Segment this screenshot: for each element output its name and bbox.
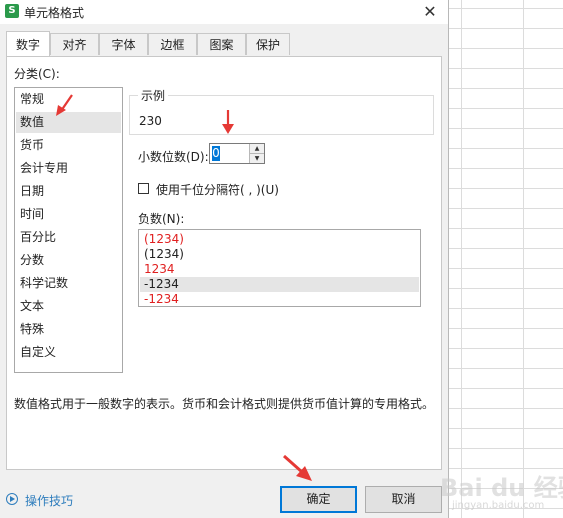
tab-number[interactable]: 数字 — [6, 31, 50, 56]
category-time[interactable]: 时间 — [16, 204, 121, 225]
spreadsheet-grid — [449, 0, 563, 518]
tab-font[interactable]: 字体 — [99, 33, 148, 55]
tab-alignment[interactable]: 对齐 — [50, 33, 99, 55]
ok-button[interactable]: 确定 — [280, 486, 357, 513]
sample-value: 230 — [139, 114, 162, 128]
format-cells-dialog: S 单元格格式 ✕ 数字 对齐 字体 边框 图案 保护 分类(C): 常规 数值… — [0, 0, 449, 518]
decimal-places-stepper[interactable]: 0 ▲ ▼ — [209, 143, 265, 164]
negative-option[interactable]: (1234) — [140, 232, 419, 247]
negative-option[interactable]: -1234 — [140, 292, 419, 307]
category-text[interactable]: 文本 — [16, 296, 121, 317]
category-accounting[interactable]: 会计专用 — [16, 158, 121, 179]
negative-option-selected[interactable]: -1234 — [140, 277, 419, 292]
negative-numbers-label: 负数(N): — [138, 212, 185, 226]
close-icon[interactable]: ✕ — [420, 2, 440, 22]
stepper-buttons: ▲ ▼ — [249, 144, 264, 163]
cancel-button[interactable]: 取消 — [365, 486, 442, 513]
category-label: 分类(C): — [14, 67, 60, 81]
play-circle-icon — [6, 493, 18, 505]
category-general[interactable]: 常规 — [16, 89, 121, 110]
category-fraction[interactable]: 分数 — [16, 250, 121, 271]
stepper-up-icon[interactable]: ▲ — [250, 144, 264, 154]
title-bar: S 单元格格式 ✕ — [0, 0, 448, 24]
category-currency[interactable]: 货币 — [16, 135, 121, 156]
category-number[interactable]: 数值 — [16, 112, 121, 133]
negative-option[interactable]: (1234) — [140, 247, 419, 262]
category-special[interactable]: 特殊 — [16, 319, 121, 340]
tab-border[interactable]: 边框 — [148, 33, 197, 55]
number-tab-panel: 分类(C): 常规 数值 货币 会计专用 日期 时间 百分比 分数 科学记数 文… — [6, 56, 442, 470]
stepper-down-icon[interactable]: ▼ — [250, 154, 264, 163]
tab-protection[interactable]: 保护 — [246, 33, 290, 55]
thousands-separator-label[interactable]: 使用千位分隔符( , )(U) — [156, 181, 279, 198]
category-percentage[interactable]: 百分比 — [16, 227, 121, 248]
sample-legend: 示例 — [138, 87, 169, 104]
category-custom[interactable]: 自定义 — [16, 342, 121, 363]
wps-app-icon: S — [5, 4, 19, 18]
tips-label[interactable]: 操作技巧 — [25, 492, 73, 509]
category-list[interactable]: 常规 数值 货币 会计专用 日期 时间 百分比 分数 科学记数 文本 特殊 自定… — [14, 87, 123, 373]
format-description: 数值格式用于一般数字的表示。货币和会计格式则提供货币值计算的专用格式。 — [14, 397, 435, 411]
sample-box — [129, 95, 434, 135]
decimal-places-input[interactable]: 0 — [212, 146, 220, 161]
negative-option[interactable]: 1234 — [140, 262, 419, 277]
tab-pattern[interactable]: 图案 — [197, 33, 246, 55]
category-scientific[interactable]: 科学记数 — [16, 273, 121, 294]
dialog-title: 单元格格式 — [24, 6, 85, 20]
thousands-separator-checkbox[interactable] — [138, 183, 149, 194]
decimal-places-label: 小数位数(D): — [138, 150, 209, 164]
negative-numbers-list[interactable]: (1234) (1234) 1234 -1234 -1234 — [138, 229, 421, 307]
category-date[interactable]: 日期 — [16, 181, 121, 202]
